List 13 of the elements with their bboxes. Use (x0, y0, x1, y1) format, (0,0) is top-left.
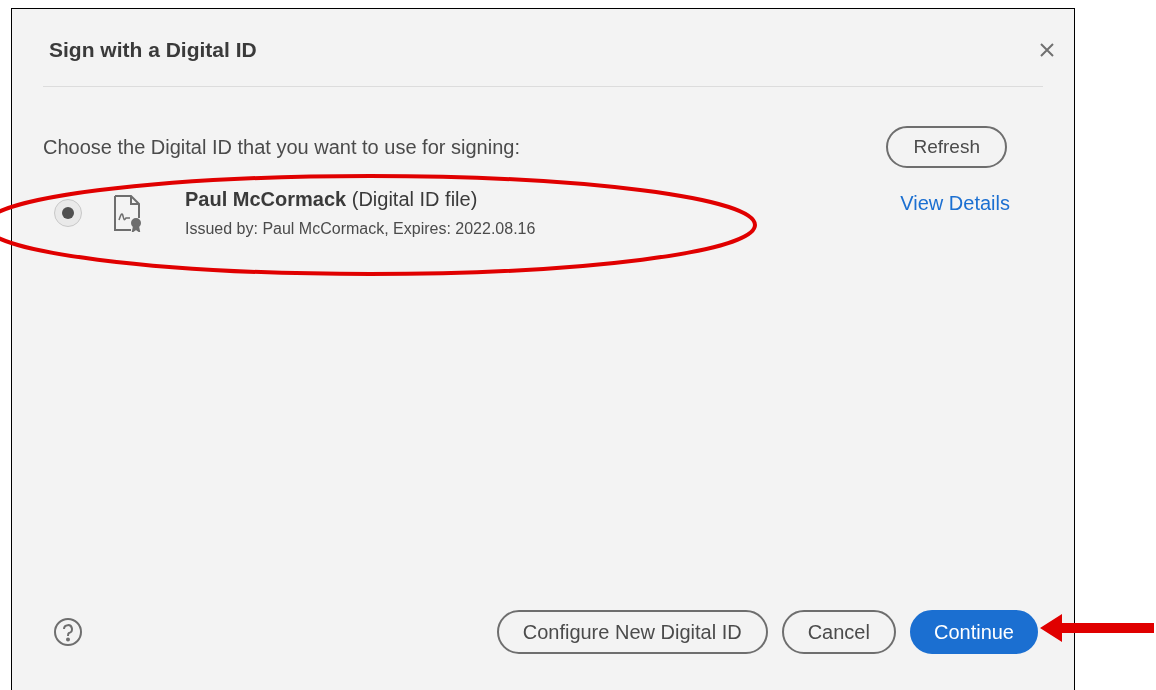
footer-button[interactable]: Configure New Digital ID (496, 610, 768, 654)
certificate-file-icon (113, 193, 143, 232)
dialog-title: Sign with a Digital ID (48, 36, 257, 63)
close-icon (1039, 41, 1055, 58)
prompt-text: Choose the Digital ID that you want to use for signing: (43, 135, 520, 160)
continue-button[interactable]: Continue (909, 610, 1038, 654)
footer-button[interactable]: Cancel (781, 610, 896, 654)
refresh-button[interactable]: Refresh (886, 126, 1007, 168)
id-issuer: Issued by: Paul McCormack, Expires: 2022.08.16 (185, 219, 536, 239)
help-icon[interactable] (53, 617, 83, 647)
id-name: Paul McCormack (Digital ID file) (185, 187, 479, 212)
radio-button[interactable] (54, 198, 82, 227)
view-details-link[interactable]: View Details (900, 187, 1010, 218)
